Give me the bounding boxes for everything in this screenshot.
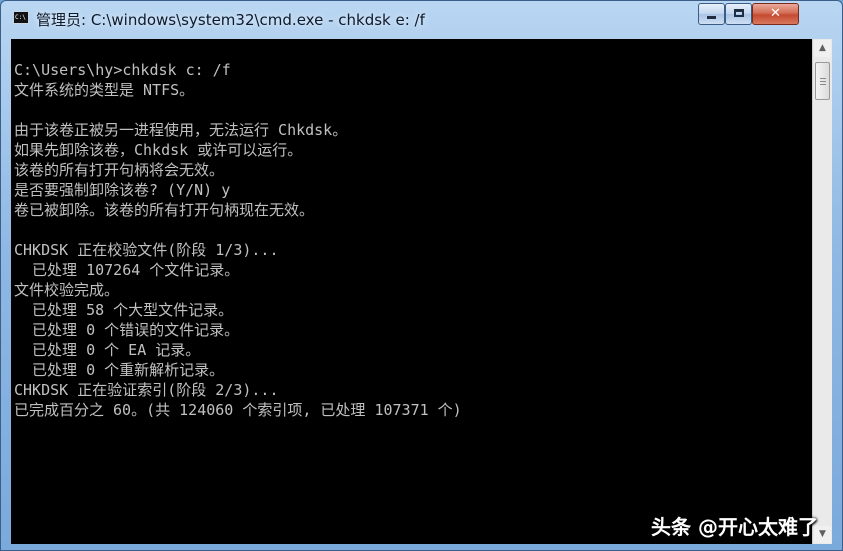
grip-line (820, 84, 826, 85)
console-lines: C:\Users\hy>chkdsk c: /f 文件系统的类型是 NTFS。由于… (11, 39, 812, 420)
maximize-button[interactable] (725, 3, 752, 25)
title-bar[interactable]: C:\ 管理员: C:\windows\system32\cmd.exe - c… (1, 1, 842, 37)
console-line: 已完成百分之 60。(共 124060 个索引项, 已处理 107371 个) (14, 401, 462, 419)
console-line: C:\Users\hy>chkdsk c: /f (14, 61, 231, 79)
close-button[interactable]: ✕ (752, 3, 799, 25)
console-line: 已处理 58 个大型文件记录。 (14, 301, 234, 319)
chevron-down-icon: ▼ (819, 529, 826, 539)
grip-line (820, 81, 826, 82)
maximize-icon (733, 9, 744, 17)
scroll-up-button[interactable]: ▲ (814, 40, 831, 57)
chevron-up-icon: ▲ (819, 43, 826, 53)
watermark: 头条 @开心太难了 (651, 515, 818, 539)
console-line: 如果先卸除该卷，Chkdsk 或许可以运行。 (14, 141, 303, 159)
grip-line (820, 78, 826, 79)
console-line: 由于该卷正被另一进程使用，无法运行 Chkdsk。 (14, 121, 348, 139)
window-title: 管理员: C:\windows\system32\cmd.exe - chkds… (36, 11, 425, 29)
console-line: 该卷的所有打开句柄将会无效。 (14, 161, 225, 179)
minimize-icon (707, 16, 716, 19)
close-icon: ✕ (770, 6, 781, 21)
console-output[interactable]: C:\Users\hy>chkdsk c: /f 文件系统的类型是 NTFS。由于… (11, 39, 812, 544)
cmd-console-icon[interactable]: C:\ (13, 11, 29, 24)
console-line: 文件校验完成。 (14, 281, 120, 299)
vertical-scrollbar[interactable]: ▲ ▼ (812, 39, 832, 544)
scroll-thumb[interactable] (815, 62, 830, 100)
console-line: 已处理 0 个 EA 记录。 (14, 341, 201, 359)
console-line: 已处理 107264 个文件记录。 (14, 261, 240, 279)
console-line: CHKDSK 正在校验文件(阶段 1/3)... (14, 241, 279, 259)
console-line: 已处理 0 个错误的文件记录。 (14, 321, 240, 339)
console-line: CHKDSK 正在验证索引(阶段 2/3)... (14, 381, 279, 399)
console-line: 是否要强制卸除该卷? (Y/N) y (14, 181, 231, 199)
cmd-window: C:\ 管理员: C:\windows\system32\cmd.exe - c… (0, 0, 843, 551)
console-line: 已处理 0 个重新解析记录。 (14, 361, 225, 379)
console-line: 文件系统的类型是 NTFS。 (14, 81, 195, 99)
console-line: 卷已被卸除。该卷的所有打开句柄现在无效。 (14, 201, 315, 219)
minimize-button[interactable] (698, 3, 725, 25)
